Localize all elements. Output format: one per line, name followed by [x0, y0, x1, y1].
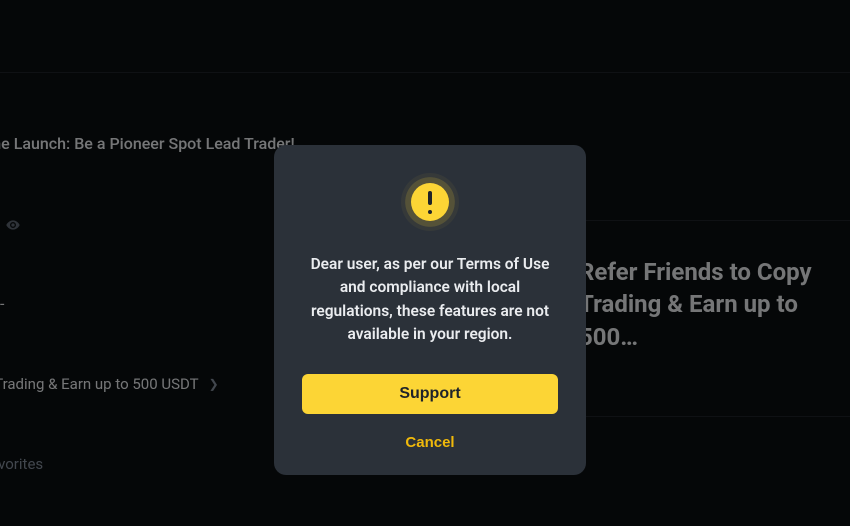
modal-message: Dear user, as per our Terms of Use and c…	[302, 253, 558, 346]
support-button[interactable]: Support	[302, 374, 558, 414]
cancel-button[interactable]: Cancel	[395, 428, 464, 457]
warning-icon	[401, 173, 459, 231]
region-restriction-modal: Dear user, as per our Terms of Use and c…	[274, 145, 586, 475]
